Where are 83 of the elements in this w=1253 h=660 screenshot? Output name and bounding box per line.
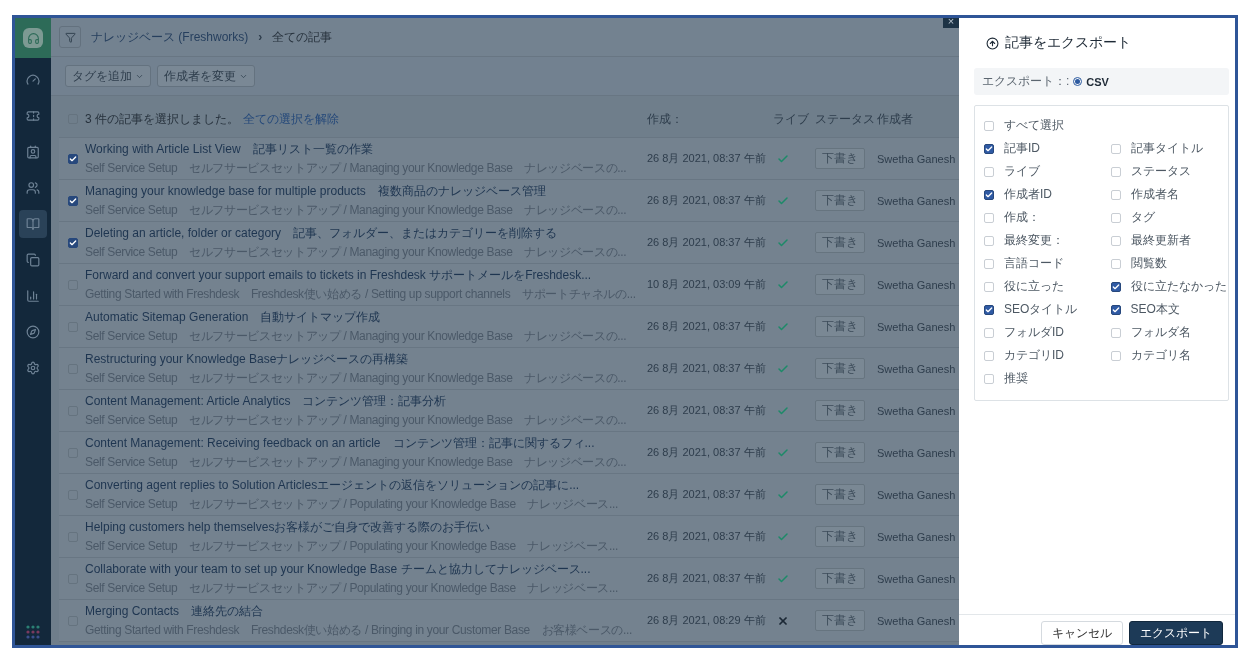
export-button[interactable]: エクスポート [1129,621,1223,645]
author-name: Swetha Ganesh [877,488,957,501]
field-checkbox[interactable] [1110,304,1121,315]
field-label[interactable]: タグ [1130,209,1155,226]
field-label[interactable]: フォルダID [1004,324,1064,341]
created-date: 26 8月 2021, 08:37 午前 [647,403,767,418]
field-label[interactable]: 推奨 [1004,370,1028,387]
field-label[interactable]: カテゴリID [1004,347,1064,364]
status-badge: 下書き [815,400,865,421]
created-date: 26 8月 2021, 08:29 午前 [647,613,767,628]
status-badge: 下書き [815,358,865,379]
status-badge: 下書き [815,568,865,589]
selection-count: 3 件の記事を選択しました。 [85,110,239,128]
row-checkbox[interactable] [68,237,78,248]
field-checkbox[interactable] [984,189,994,200]
author-name: Swetha Ganesh [877,614,957,627]
field-checkbox[interactable] [984,304,994,315]
row-checkbox[interactable] [68,195,78,206]
apps-grid-icon[interactable] [26,625,40,639]
field-label[interactable]: 作成者名 [1130,186,1179,203]
field-checkbox[interactable] [1110,281,1121,292]
created-date: 26 8月 2021, 08:37 午前 [647,571,767,586]
field-label[interactable]: ライブ [1004,163,1040,180]
close-button[interactable]: × [943,18,959,28]
field-label[interactable]: すべて選択 [1004,117,1064,134]
created-date: 26 8月 2021, 08:37 午前 [647,529,767,544]
field-label[interactable]: 閲覧数 [1130,255,1167,272]
field-label[interactable]: SEOタイトル [1004,301,1078,318]
field-checkbox[interactable] [984,143,994,154]
cancel-button[interactable]: キャンセル [1041,621,1123,645]
created-date: 10 8月 2021, 03:09 午前 [647,277,767,292]
upload-icon [986,36,999,50]
format-option[interactable]: CSV [1086,75,1109,88]
created-date: 26 8月 2021, 08:37 午前 [647,193,767,208]
field-label[interactable]: 最終変更： [1004,232,1064,249]
author-name: Swetha Ganesh [877,320,957,333]
created-date: 26 8月 2021, 08:37 午前 [647,319,767,334]
status-badge: 下書き [815,232,865,253]
field-label[interactable]: 作成者ID [1004,186,1052,203]
field-label[interactable]: 役に立った [1004,278,1064,295]
status-badge: 下書き [815,190,865,211]
filter-toggle-icon[interactable] [59,26,81,48]
field-label[interactable]: SEO本文 [1130,301,1180,318]
created-date: 26 8月 2021, 08:37 午前 [647,151,767,166]
field-label[interactable]: カテゴリ名 [1130,347,1191,364]
format-label: エクスポート：: [982,73,1070,90]
author-name: Swetha Ganesh [877,236,957,249]
status-badge: 下書き [815,274,865,295]
author-name: Swetha Ganesh [877,278,957,291]
column-header: 作成者 [877,110,914,128]
created-date: 26 8月 2021, 08:37 午前 [647,361,767,376]
created-date: 26 8月 2021, 08:37 午前 [647,235,767,250]
page-title: 全ての記事 [272,28,333,46]
created-date: 26 8月 2021, 08:37 午前 [647,487,767,502]
status-badge: 下書き [815,484,865,505]
author-name: Swetha Ganesh [877,446,957,459]
column-header: ライブ [773,110,810,128]
column-header: 作成： [647,110,684,128]
logo-icon[interactable] [23,28,43,48]
status-badge: 下書き [815,526,865,547]
sidebar-knowledge-icon[interactable] [19,210,47,238]
author-name: Swetha Ganesh [877,152,957,165]
field-label[interactable]: 作成： [1004,209,1040,226]
author-name: Swetha Ganesh [877,194,957,207]
author-name: Swetha Ganesh [877,362,957,375]
status-badge: 下書き [815,442,865,463]
status-badge: 下書き [815,316,865,337]
field-label[interactable]: 記事ID [1004,140,1040,157]
status-badge: 下書き [815,148,865,169]
field-label[interactable]: ステータス [1130,163,1191,180]
breadcrumb-separator: › [258,30,263,44]
field-label[interactable]: 役に立たなかった [1130,278,1227,295]
created-date: 26 8月 2021, 08:37 午前 [647,445,767,460]
field-label[interactable]: 言語コード [1004,255,1064,272]
panel-title: 記事をエクスポート [1005,34,1131,52]
author-name: Swetha Ganesh [877,572,957,585]
field-label[interactable]: 記事タイトル [1130,140,1203,157]
row-checkbox[interactable] [68,153,78,164]
author-name: Swetha Ganesh [877,404,957,417]
field-label[interactable]: フォルダ名 [1130,324,1191,341]
field-label[interactable]: 最終更新者 [1130,232,1191,249]
author-name: Swetha Ganesh [877,530,957,543]
status-badge: 下書き [815,610,865,631]
